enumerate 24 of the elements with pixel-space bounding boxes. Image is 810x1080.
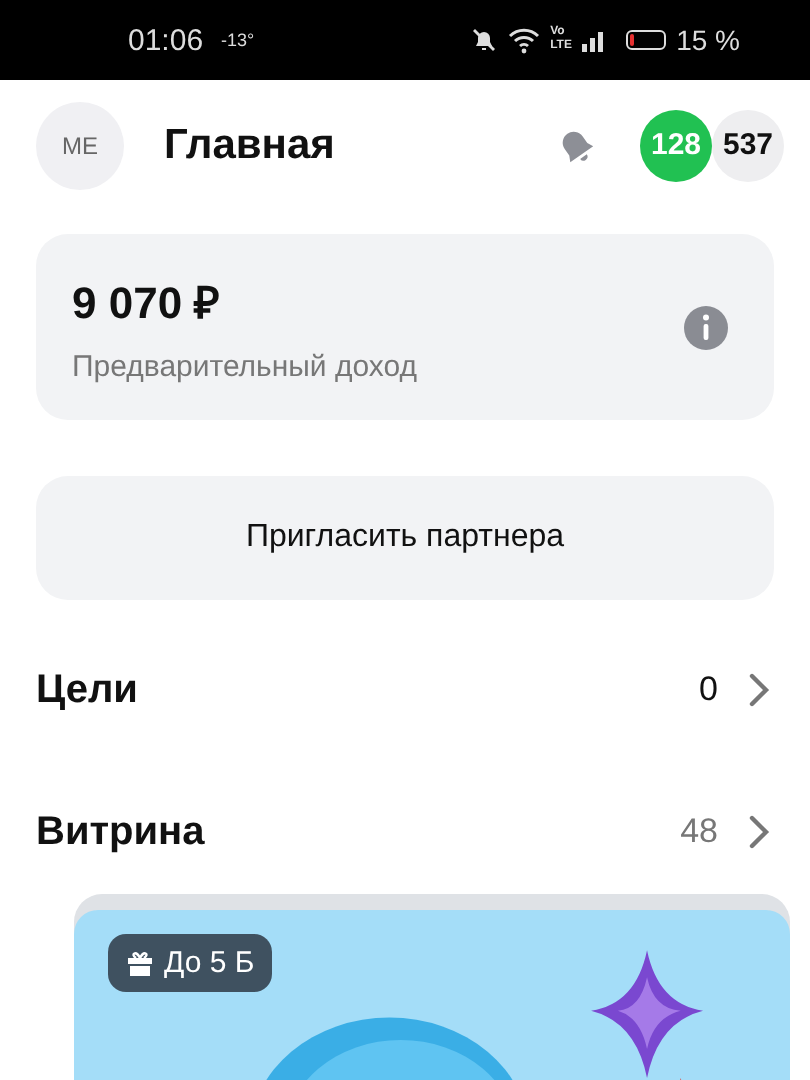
signal-icon [580, 28, 609, 52]
showcase-card[interactable]: До 5 Б [74, 894, 790, 1080]
section-title[interactable]: Цели [36, 667, 138, 713]
income-card[interactable]: 9 070 ₽ Предварительный доход [36, 234, 774, 420]
temperature: -13° [221, 30, 255, 50]
gift-icon [126, 949, 154, 977]
section-count: 0 [699, 670, 718, 710]
section-count: 48 [680, 812, 718, 852]
mute-icon [470, 26, 499, 54]
section-title[interactable]: Витрина [36, 809, 205, 855]
invite-partner-button[interactable]: Пригласить партнера [36, 476, 774, 600]
income-amount: 9 070 ₽ [72, 276, 223, 330]
battery-icon [626, 30, 667, 50]
badge-text: До 5 Б [164, 946, 255, 980]
info-icon[interactable] [682, 303, 730, 351]
chevron-right-icon[interactable] [746, 814, 770, 850]
income-caption: Предварительный доход [72, 350, 419, 384]
avatar[interactable]: МЕ [36, 101, 124, 189]
counter-badge[interactable]: 537 [712, 109, 784, 181]
page-title: Главная [164, 121, 335, 169]
chevron-right-icon[interactable] [746, 672, 770, 708]
wifi-icon [508, 26, 541, 54]
battery-percent: 15 % [676, 24, 740, 56]
clock-time: 01:06 [128, 23, 204, 57]
